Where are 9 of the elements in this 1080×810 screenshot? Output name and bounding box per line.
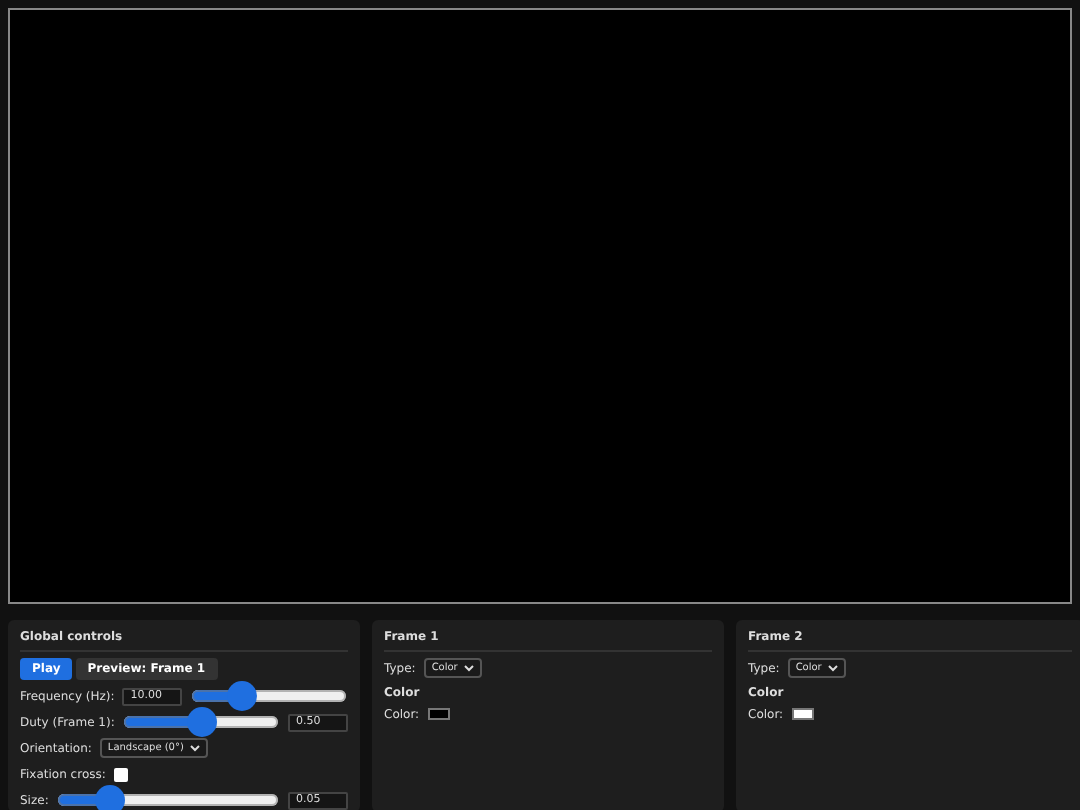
checkbox[interactable]: [113, 767, 128, 782]
color-swatch[interactable]: [791, 708, 814, 721]
slider[interactable]: [56, 794, 280, 807]
slider[interactable]: [190, 690, 348, 703]
slider[interactable]: [122, 716, 280, 729]
chevron-icon: [189, 744, 200, 753]
chevron-icon: [827, 664, 838, 673]
color-swatch[interactable]: [427, 708, 450, 721]
chevron-icon: [463, 664, 474, 673]
